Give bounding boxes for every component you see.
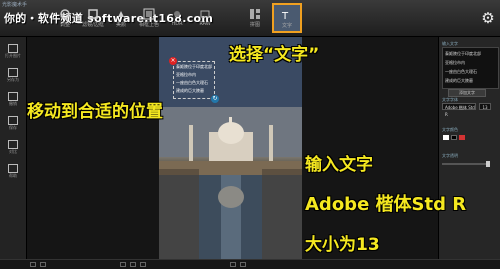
overlay-text-line: 亚格拉市内 <box>176 72 196 77</box>
help-icon <box>8 164 18 173</box>
sidebar-item-save-as[interactable]: 另存为 <box>2 67 24 87</box>
text-input-line: 一座由白色大理石 <box>445 69 477 74</box>
text-overlay-box[interactable]: 泰姬陵位于印度北部 亚格拉市内 一座由白色大理石 建成的巨大陵墓 × ↻ <box>169 57 219 103</box>
tool-frame[interactable]: 相框上色 <box>134 4 164 34</box>
fit-icon[interactable] <box>140 262 146 267</box>
tool-label: 滤镜/边框 <box>82 22 104 28</box>
tool-label: 美颜 <box>115 22 126 28</box>
overlay-text-line: 一座由白色大理石 <box>176 80 208 85</box>
hdr-icon <box>174 11 180 17</box>
zoom-out-icon[interactable] <box>30 262 36 267</box>
rotate-left-icon[interactable] <box>120 262 126 267</box>
annotation-font-name: Adobe 楷体Std R <box>305 194 467 215</box>
save-as-icon <box>8 68 18 77</box>
svg-text:T: T <box>281 11 289 21</box>
sidebar-item-save[interactable]: 保存 <box>2 115 24 135</box>
tool-adjust[interactable]: 调整 <box>50 4 80 34</box>
text-input-line: 泰姬陵位于印度北部 <box>445 51 481 56</box>
text-settings-panel: 输入文字 泰姬陵位于印度北部 亚格拉市内 一座由白色大理石 建成的巨大陵墓 添加… <box>438 37 500 259</box>
collage-icon <box>250 9 260 19</box>
top-toolbar: 光影魔术手 你的・软件频道 software.it168.com 调整 滤镜/边… <box>0 0 500 37</box>
add-text-button[interactable]: 添加文字 <box>448 89 486 97</box>
tool-label: 文字 <box>281 23 292 29</box>
next-icon[interactable] <box>240 262 246 267</box>
sidebar-item-undo[interactable]: 撤销 <box>2 91 24 111</box>
tool-text[interactable]: T 文字 <box>272 3 302 33</box>
annotation-input-text: 输入文字 <box>305 155 373 175</box>
section-label-transparency: 文字透明 <box>442 153 458 158</box>
section-label-color: 文字颜色 <box>442 127 458 132</box>
sidebar-item-label: 对比 <box>9 149 17 154</box>
color-swatch-white[interactable] <box>443 135 449 140</box>
sidebar-item-label: 打开图片 <box>5 53 21 58</box>
tool-raw[interactable]: RAW <box>190 4 220 34</box>
tool-label: HDR <box>171 21 183 27</box>
rotate-right-icon[interactable] <box>130 262 136 267</box>
tool-filter[interactable]: 滤镜/边框 <box>78 4 108 34</box>
adjust-icon <box>60 9 70 19</box>
frame-icon <box>143 8 155 20</box>
text-input-line: 亚格拉市内 <box>445 60 465 65</box>
sidebar-item-label: 保存 <box>9 125 17 130</box>
zoom-in-icon[interactable] <box>40 262 46 267</box>
sidebar-item-open[interactable]: 打开图片 <box>2 43 24 63</box>
tool-label: 调整 <box>59 22 70 28</box>
filter-icon <box>88 9 98 19</box>
color-swatch-red[interactable] <box>459 135 465 140</box>
sidebar-item-label: 撤销 <box>9 101 17 106</box>
font-select[interactable]: Adobe 楷体 Std R <box>442 103 476 117</box>
tool-label: RAW <box>199 21 211 27</box>
open-icon <box>8 44 18 53</box>
tool-hdr[interactable]: HDR <box>162 4 192 34</box>
sidebar-item-help[interactable]: 帮助 <box>2 163 24 183</box>
beauty-icon <box>118 11 124 17</box>
tool-label: 拼图 <box>249 22 260 28</box>
save-icon <box>8 116 18 125</box>
transparency-slider[interactable] <box>442 161 490 167</box>
sidebar-item-label: 帮助 <box>9 173 17 178</box>
sidebar-item-label: 另存为 <box>7 77 19 82</box>
slider-knob[interactable] <box>486 161 490 167</box>
raw-icon <box>200 10 210 18</box>
gear-icon[interactable]: ⚙ <box>480 10 496 26</box>
sidebar-item-compare[interactable]: 对比 <box>2 139 24 159</box>
compare-icon <box>8 140 18 149</box>
prev-icon[interactable] <box>230 262 236 267</box>
text-input-line: 建成的巨大陵墓 <box>445 78 473 83</box>
text-icon: T <box>281 11 289 21</box>
close-icon[interactable]: × <box>169 57 177 65</box>
undo-icon <box>8 92 18 101</box>
app-title: 光影魔术手 <box>2 2 28 8</box>
tool-label: 相框上色 <box>138 22 159 28</box>
annotation-font-size: 大小为13 <box>305 235 380 255</box>
tool-beauty[interactable]: 美颜 <box>106 4 136 34</box>
text-input-area[interactable]: 泰姬陵位于印度北部 亚格拉市内 一座由白色大理石 建成的巨大陵墓 <box>442 47 499 89</box>
annotation-move-position: 移动到合适的位置 <box>27 102 163 122</box>
annotation-select-text: 选择“文字” <box>229 45 320 65</box>
rotate-icon[interactable]: ↻ <box>211 95 219 103</box>
overlay-text-line: 泰姬陵位于印度北部 <box>176 64 212 69</box>
color-swatch-black[interactable] <box>451 135 457 140</box>
font-size-field[interactable]: 13 <box>479 103 491 110</box>
overlay-text-line: 建成的巨大陵墓 <box>176 88 204 93</box>
left-sidebar: 打开图片 另存为 撤销 保存 对比 帮助 <box>0 37 27 259</box>
tool-collage[interactable]: 拼图 <box>240 4 270 34</box>
